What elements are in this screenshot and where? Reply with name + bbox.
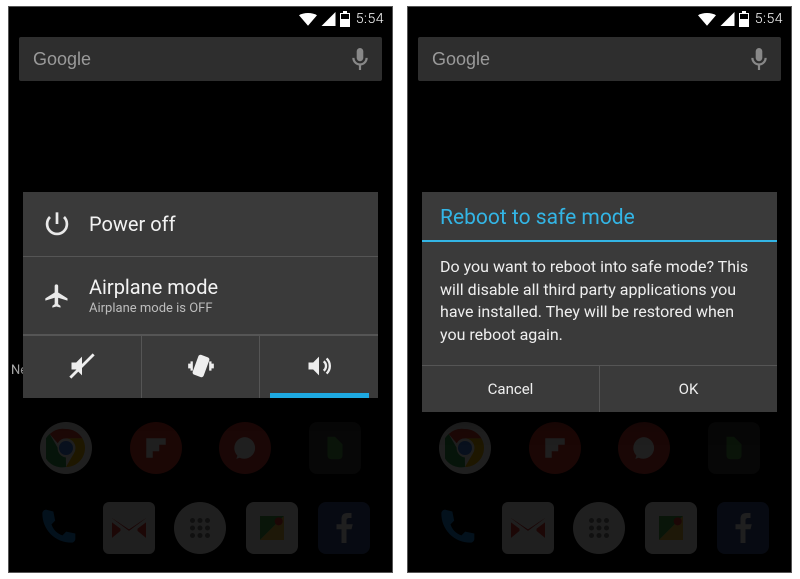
airplane-title: Airplane mode (89, 275, 218, 299)
battery-icon (739, 11, 749, 27)
ok-button[interactable]: OK (600, 366, 777, 412)
sound-silent[interactable] (23, 336, 142, 398)
clock-text: 5:54 (356, 11, 384, 27)
signal-icon (321, 12, 336, 26)
search-label: Google (432, 49, 751, 70)
status-bar: 5:54 (9, 7, 392, 31)
power-menu: Power off Airplane mode Airplane mode is… (23, 192, 378, 398)
airplane-mode-row[interactable]: Airplane mode Airplane mode is OFF (23, 257, 378, 335)
dialog-button-bar: Cancel OK (422, 365, 777, 412)
power-off-label: Power off (89, 212, 176, 236)
google-search-bar[interactable]: Google (418, 37, 781, 81)
phone-right: 5:54 Google Reboot to safe mode Do you w… (407, 6, 792, 573)
power-icon (43, 210, 71, 238)
safe-mode-dialog: Reboot to safe mode Do you want to reboo… (422, 192, 777, 412)
battery-icon (340, 11, 350, 27)
mic-icon[interactable] (751, 48, 767, 70)
signal-icon (720, 12, 735, 26)
dialog-body: Do you want to reboot into safe mode? Th… (422, 242, 777, 365)
power-off-row[interactable]: Power off (23, 192, 378, 257)
phone-left: 5:54 Google Ne Power off (8, 6, 393, 573)
google-search-bar[interactable]: Google (19, 37, 382, 81)
sound-on[interactable] (260, 336, 378, 398)
sound-vibrate[interactable] (142, 336, 261, 398)
airplane-icon (43, 282, 71, 310)
cancel-button[interactable]: Cancel (422, 366, 600, 412)
mic-icon[interactable] (352, 48, 368, 70)
wifi-icon (698, 12, 716, 26)
sound-mode-row (23, 335, 378, 398)
wifi-icon (299, 12, 317, 26)
airplane-subtitle: Airplane mode is OFF (89, 301, 218, 316)
search-label: Google (33, 49, 352, 70)
dialog-title: Reboot to safe mode (422, 192, 777, 240)
clock-text: 5:54 (755, 11, 783, 27)
status-bar: 5:54 (408, 7, 791, 31)
